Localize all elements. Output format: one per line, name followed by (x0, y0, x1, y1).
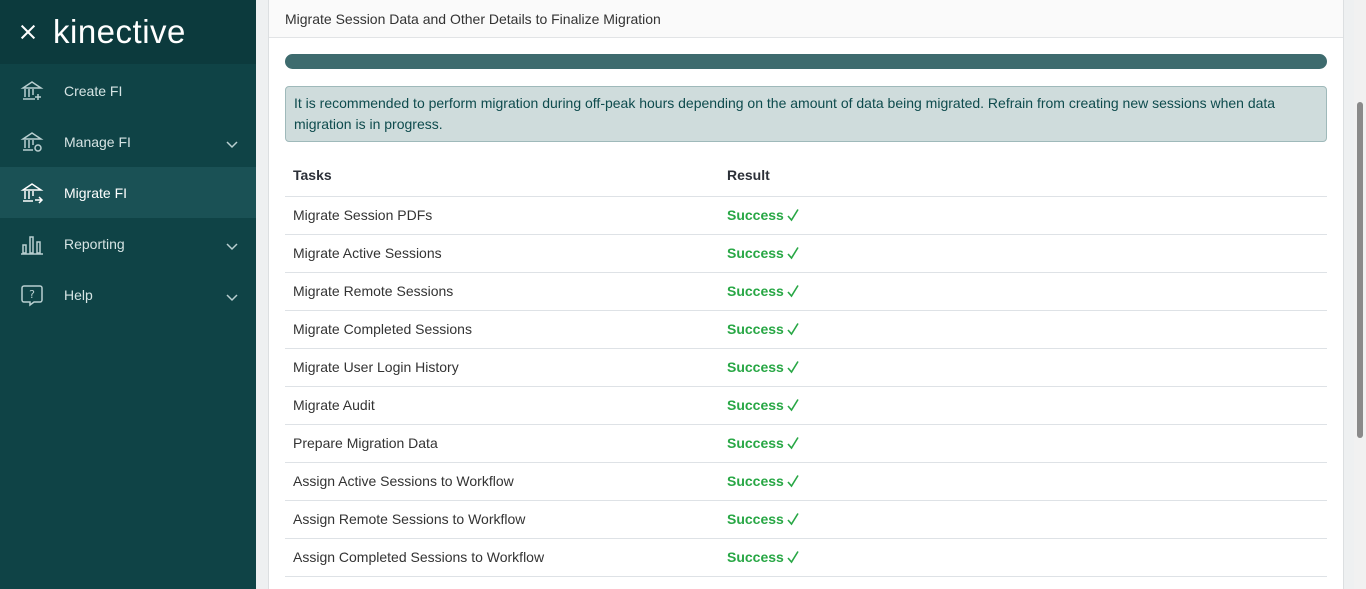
scrollbar[interactable] (1354, 0, 1366, 589)
table-row: Migrate Session PDFs Success (285, 196, 1327, 235)
sidebar-item-label: Manage FI (64, 133, 131, 150)
table-row: Migrate Completed Sessions Success (285, 310, 1327, 349)
result-label: Success (727, 245, 784, 261)
result-label: Success (727, 473, 784, 489)
task-name: Assign Active Sessions to Workflow (285, 462, 719, 501)
result-label: Success (727, 207, 784, 223)
status-badge: Success (727, 359, 800, 375)
table-row: Migrate Active Sessions Success (285, 234, 1327, 273)
sidebar-item-reporting[interactable]: Reporting (0, 218, 256, 269)
chevron-down-icon (226, 238, 238, 256)
status-badge: Success (727, 549, 800, 565)
column-header-result: Result (719, 154, 1327, 197)
task-result: Success (719, 538, 1327, 577)
progress-bar (285, 54, 1327, 69)
sidebar-header: kinective (0, 0, 256, 64)
sidebar-item-label: Create FI (64, 82, 123, 99)
checkmark-icon (787, 285, 799, 298)
task-name: Migrate User Login History (285, 348, 719, 387)
sidebar-item-label: Migrate FI (64, 184, 128, 201)
status-badge: Success (727, 511, 800, 527)
status-badge: Success (727, 207, 800, 223)
table-row: Assign Active Sessions to Workflow Succes… (285, 462, 1327, 501)
result-label: Success (727, 397, 784, 413)
logo: kinective (53, 13, 186, 50)
sidebar-item-create-fi[interactable]: Create FI (0, 65, 256, 116)
close-icon[interactable] (18, 22, 38, 42)
checkmark-icon (787, 361, 799, 374)
chevron-down-icon (226, 289, 238, 307)
status-badge: Success (727, 435, 800, 451)
bank-plus-icon (20, 79, 44, 103)
task-name: Assign Completed Sessions to Workflow (285, 538, 719, 577)
chevron-down-icon (226, 136, 238, 154)
task-name: Migrate Active Sessions (285, 234, 719, 273)
result-label: Success (727, 321, 784, 337)
task-result: Success (719, 234, 1327, 273)
sidebar: kinective Create FI Manage FI Migrate FI… (0, 0, 256, 589)
sidebar-item-label: Reporting (64, 235, 125, 252)
main-content: Migrate Session Data and Other Details t… (256, 0, 1354, 589)
sidebar-item-help[interactable]: ? Help (0, 269, 256, 320)
bar-chart-icon (20, 232, 44, 256)
bank-arrow-icon (20, 181, 44, 205)
sidebar-item-migrate-fi[interactable]: Migrate FI (0, 167, 256, 218)
table-row: Migrate Audit Success (285, 386, 1327, 425)
status-badge: Success (727, 283, 800, 299)
checkmark-icon (787, 323, 799, 336)
task-name: Migrate Completed Sessions (285, 310, 719, 349)
sidebar-item-label: Help (64, 286, 93, 303)
task-result: Success (719, 196, 1327, 235)
result-label: Success (727, 283, 784, 299)
checkmark-icon (787, 475, 799, 488)
scrollbar-thumb[interactable] (1357, 102, 1363, 438)
task-name: Migrate Remote Sessions (285, 272, 719, 311)
table-row: Prepare Migration Data Success (285, 424, 1327, 463)
column-header-tasks: Tasks (285, 154, 719, 197)
task-name: Migrate Audit (285, 386, 719, 425)
task-result: Success (719, 272, 1327, 311)
task-result: Success (719, 500, 1327, 539)
checkmark-icon (787, 247, 799, 260)
status-badge: Success (727, 397, 800, 413)
table-row: Assign Completed Sessions to Workflow Suc… (285, 538, 1327, 577)
table-row: Migrate Imaging System SettingsSuccess (285, 576, 1327, 589)
result-label: Success (727, 359, 784, 375)
help-icon: ? (20, 283, 44, 307)
checkmark-icon (787, 437, 799, 450)
info-alert: It is recommended to perform migration d… (285, 86, 1327, 142)
task-result: Success (719, 462, 1327, 501)
checkmark-icon (787, 209, 799, 222)
task-result: Success (719, 348, 1327, 387)
status-badge: Success (727, 473, 800, 489)
task-name: Migrate Session PDFs (285, 196, 719, 235)
task-result: Success (719, 386, 1327, 425)
checkmark-icon (787, 399, 799, 412)
task-name: Assign Remote Sessions to Workflow (285, 500, 719, 539)
table-row: Migrate Remote Sessions Success (285, 272, 1327, 311)
result-label: Success (727, 511, 784, 527)
result-label: Success (727, 549, 784, 565)
task-name: Prepare Migration Data (285, 424, 719, 463)
tasks-table: Tasks Result Migrate Session PDFs Success… (285, 154, 1327, 589)
status-badge: Success (727, 321, 800, 337)
task-result: Success (719, 310, 1327, 349)
migration-card: Migrate Session Data and Other Details t… (268, 0, 1344, 589)
table-row: Migrate User Login History Success (285, 348, 1327, 387)
sidebar-item-manage-fi[interactable]: Manage FI (0, 116, 256, 167)
task-name: Migrate Imaging System Settings (285, 576, 719, 589)
checkmark-icon (787, 551, 799, 564)
card-title: Migrate Session Data and Other Details t… (269, 0, 1343, 38)
svg-text:?: ? (29, 288, 35, 301)
bank-gear-icon (20, 130, 44, 154)
table-header-row: Tasks Result (285, 154, 1327, 197)
table-row: Assign Remote Sessions to Workflow Succes… (285, 500, 1327, 539)
status-badge: Success (727, 245, 800, 261)
task-result: Success (719, 576, 1327, 589)
checkmark-icon (787, 513, 799, 526)
task-result: Success (719, 424, 1327, 463)
result-label: Success (727, 435, 784, 451)
